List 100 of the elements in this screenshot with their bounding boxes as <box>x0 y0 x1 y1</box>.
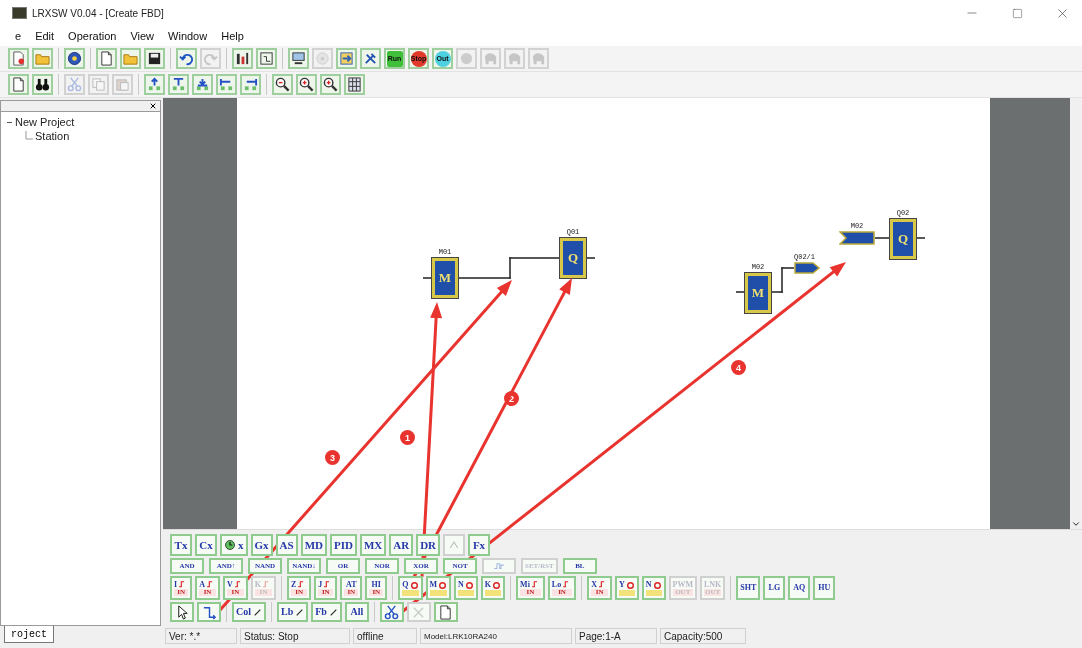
palette-button[interactable]: PID <box>329 534 357 557</box>
wire <box>917 237 925 239</box>
toolbar-button[interactable] <box>64 48 85 69</box>
palette-button[interactable] <box>170 602 194 623</box>
transfer-icon <box>339 51 354 66</box>
ring-icon <box>625 580 635 590</box>
folder-icon <box>35 51 50 66</box>
window-title: LRXSW V0.04 - [Create FBD] <box>32 7 165 19</box>
output-block-button[interactable]: N <box>641 576 666 601</box>
palette-button[interactable]: MD <box>300 534 327 557</box>
menu-item[interactable]: Edit <box>28 30 62 42</box>
palette-button[interactable] <box>433 602 458 623</box>
ring-icon <box>438 580 448 590</box>
toolbar-button[interactable] <box>240 74 261 95</box>
toolbar-button[interactable] <box>296 74 317 95</box>
maximize-icon <box>1011 7 1023 19</box>
menu-item[interactable]: View <box>123 30 162 42</box>
toolbar-button[interactable] <box>176 48 197 69</box>
clock-icon <box>224 539 236 552</box>
toolbar-button[interactable] <box>344 74 365 95</box>
app-icon <box>12 7 27 19</box>
copy-icon <box>91 77 106 92</box>
output-block-button[interactable]: K <box>480 576 506 601</box>
output-block-button[interactable]: Y <box>615 576 639 601</box>
function-block[interactable]: M <box>744 272 772 314</box>
palette-button[interactable]: MX <box>359 534 387 557</box>
toolbar-button[interactable] <box>168 74 189 95</box>
page-icon <box>438 604 454 620</box>
scissors-icon <box>384 604 400 620</box>
toolbar-button[interactable] <box>288 48 309 69</box>
ring-icon <box>652 580 662 590</box>
toolbar-button[interactable] <box>32 74 53 95</box>
function-block[interactable]: Q <box>559 237 587 279</box>
function-block[interactable]: Q <box>889 218 917 260</box>
zoom-in-icon <box>323 77 338 92</box>
toolbar-button[interactable] <box>216 74 237 95</box>
palette-button[interactable]: All <box>344 602 369 623</box>
palette-button[interactable]: AQ <box>788 576 811 601</box>
align-top-icon <box>171 77 186 92</box>
folder-icon <box>123 51 138 66</box>
palette-button[interactable]: Tx <box>170 534 192 557</box>
grid-icon <box>347 77 362 92</box>
palette-button[interactable]: DR <box>416 534 440 557</box>
input-flag-shape[interactable] <box>839 231 875 245</box>
disc-icon <box>315 51 330 66</box>
palette-button[interactable]: Lb <box>277 602 309 623</box>
wire <box>736 291 744 293</box>
connector-icon <box>201 604 217 620</box>
menu-item[interactable]: Window <box>161 30 215 42</box>
palette-button[interactable] <box>197 602 221 623</box>
palette-button[interactable]: AR <box>389 534 414 557</box>
align-bottom-icon <box>195 77 210 92</box>
zoom-in-icon <box>299 77 314 92</box>
toolbar-button[interactable] <box>144 48 165 69</box>
toolbar-button[interactable] <box>360 48 381 69</box>
palette-button[interactable]: HU <box>813 576 836 601</box>
menu-item[interactable]: Operation <box>61 30 124 42</box>
palette-button[interactable]: LG <box>763 576 786 601</box>
status-text: Status: Stop <box>240 628 350 645</box>
toolbar-button[interactable] <box>320 74 341 95</box>
palette-button[interactable]: AS <box>275 534 298 557</box>
status-text: Capacity:500 <box>660 628 746 645</box>
chart-icon <box>235 51 250 66</box>
palette-button[interactable]: SHT <box>736 576 761 601</box>
page-icon <box>99 51 114 66</box>
align-left-icon <box>219 77 234 92</box>
output-block-button[interactable]: M <box>425 576 452 601</box>
status-text: Model:LRK10RA240 <box>420 628 572 645</box>
toolbar-button[interactable] <box>192 74 213 95</box>
palette-button[interactable]: Gx <box>250 534 273 557</box>
palette-button[interactable]: Cx <box>195 534 217 557</box>
tree-item[interactable]: Station <box>35 130 70 142</box>
output-block-button[interactable]: N <box>454 576 478 601</box>
output-tag-shape[interactable] <box>794 262 820 274</box>
palette-button[interactable]: Fx <box>468 534 490 557</box>
wire <box>772 267 794 293</box>
undo-icon <box>179 51 194 66</box>
circle-icon <box>459 51 474 66</box>
function-block[interactable]: M <box>431 257 459 299</box>
ring-icon <box>464 580 474 590</box>
palette-button[interactable] <box>379 602 404 623</box>
close-icon[interactable] <box>149 102 157 110</box>
timer-button[interactable]: x <box>220 534 248 557</box>
palette-button[interactable]: Col <box>232 602 266 623</box>
status-text: Ver: *.* <box>165 628 237 645</box>
tools-icon <box>363 51 378 66</box>
menu-item[interactable]: Help <box>214 30 251 42</box>
align-right-icon <box>243 77 258 92</box>
output-block-button[interactable]: Q <box>398 576 423 601</box>
palette-button[interactable]: Fb <box>311 602 342 623</box>
menu-item[interactable]: e <box>8 30 29 42</box>
figure-icon <box>483 51 498 66</box>
tree-item[interactable]: New Project <box>15 116 75 128</box>
toolbar-button[interactable] <box>272 74 293 95</box>
toolbar-button[interactable] <box>144 74 165 95</box>
toolbar-button[interactable] <box>232 48 253 69</box>
status-text: Page:1-A <box>575 628 657 645</box>
scissors-icon <box>67 77 82 92</box>
panel-tab[interactable]: roject <box>4 626 54 643</box>
page-icon <box>11 77 26 92</box>
